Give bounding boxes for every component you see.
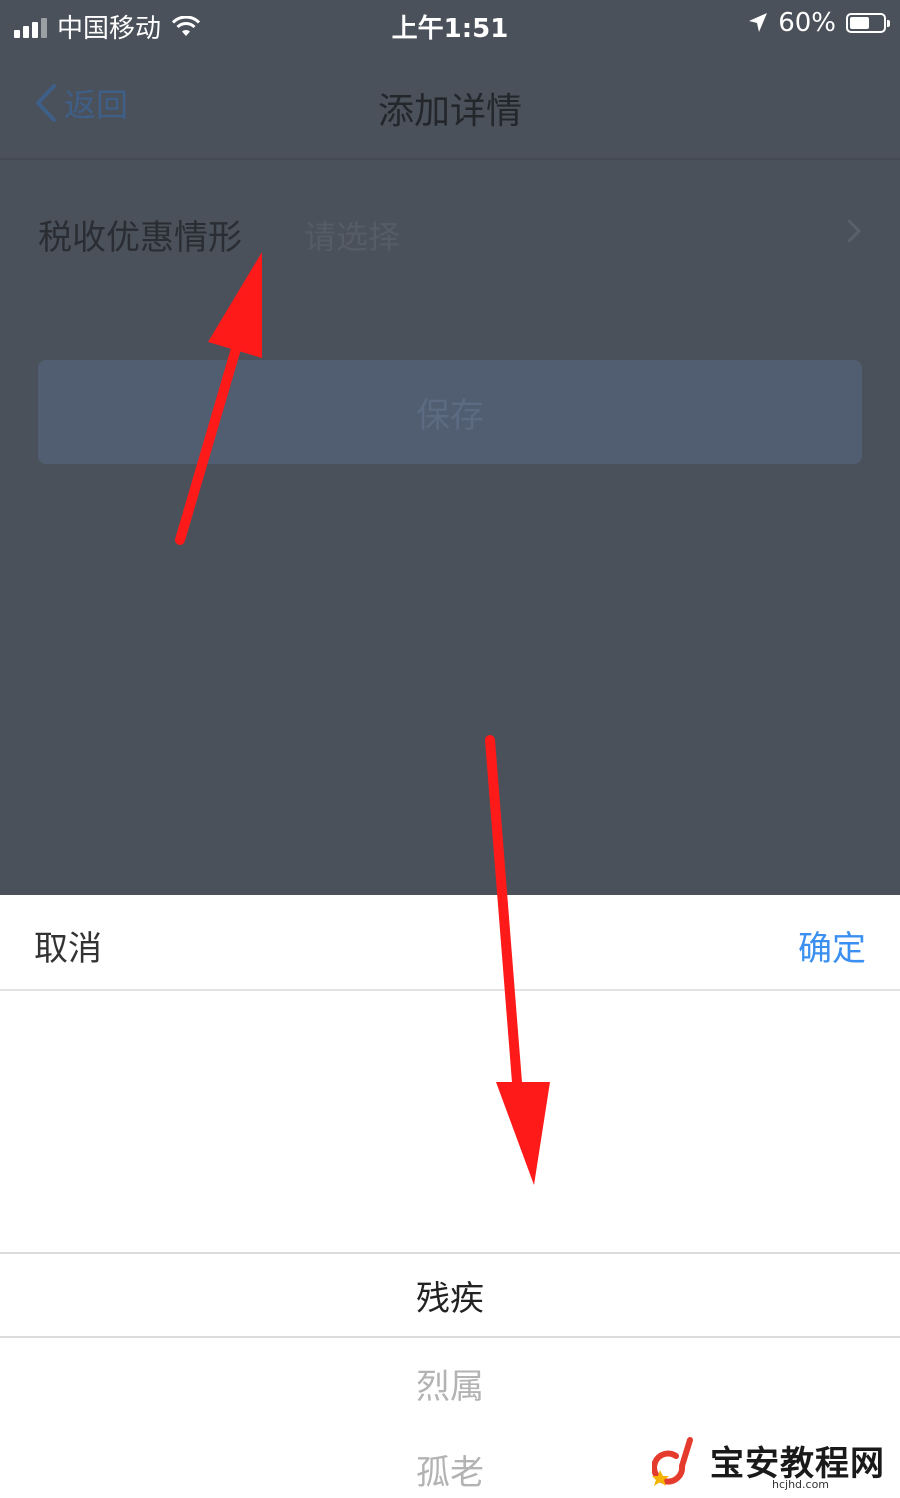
picker-option[interactable]: 残疾 — [0, 1271, 900, 1320]
picker-selection-bottom-line — [0, 1336, 900, 1338]
page-title: 添加详情 — [377, 91, 522, 132]
battery-percent: 60% — [778, 8, 836, 38]
picker-selection-top-line — [0, 1252, 900, 1254]
picker-sheet: 取消 确定 残疾 烈属 孤老 — [0, 895, 900, 1498]
picker-toolbar: 取消 确定 — [0, 895, 900, 991]
battery-icon — [846, 13, 890, 33]
watermark: 宝安教程网 hcjhd.com — [652, 1436, 892, 1492]
picker-option[interactable]: 烈属 — [0, 1359, 900, 1408]
status-bar: 中国移动 上午1:51 60% — [0, 0, 900, 46]
tax-preference-row[interactable]: 税收优惠情形 请选择 — [0, 184, 900, 280]
cancel-button[interactable]: 取消 — [34, 921, 102, 970]
save-button[interactable]: 保存 — [38, 360, 862, 464]
confirm-button[interactable]: 确定 — [798, 921, 866, 970]
picker-wheel[interactable]: 残疾 烈属 孤老 — [0, 991, 900, 1498]
location-arrow-icon — [749, 13, 768, 32]
navigation-bar: 返回 添加详情 — [0, 52, 900, 160]
battery-level — [850, 17, 870, 29]
field-placeholder: 请选择 — [304, 218, 401, 256]
chevron-right-icon — [847, 219, 862, 243]
field-label: 税收优惠情形 — [38, 218, 242, 258]
watermark-subtext: hcjhd.com — [772, 1478, 830, 1491]
watermark-logo-icon — [652, 1437, 693, 1486]
